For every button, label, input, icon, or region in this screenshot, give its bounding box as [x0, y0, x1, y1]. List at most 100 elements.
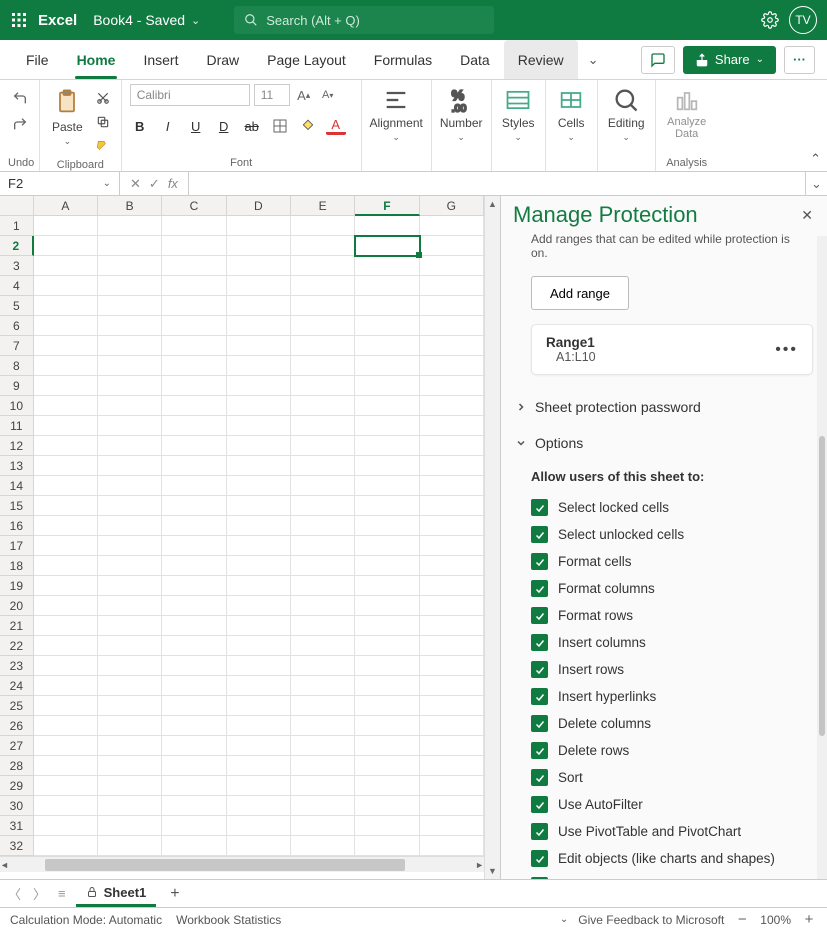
cell-G22[interactable]: [420, 636, 484, 656]
cell-E3[interactable]: [291, 256, 355, 276]
tabs-overflow-icon[interactable]: ⌄: [578, 52, 609, 68]
cell-C21[interactable]: [162, 616, 226, 636]
cell-G2[interactable]: [420, 236, 484, 256]
cell-G19[interactable]: [420, 576, 484, 596]
settings-icon[interactable]: [761, 11, 779, 29]
col-header-D[interactable]: D: [227, 196, 291, 215]
cell-D8[interactable]: [227, 356, 291, 376]
cell-B30[interactable]: [98, 796, 162, 816]
option-check-13[interactable]: Edit objects (like charts and shapes): [531, 845, 813, 872]
cell-E29[interactable]: [291, 776, 355, 796]
option-check-8[interactable]: Delete columns: [531, 710, 813, 737]
cell-C18[interactable]: [162, 556, 226, 576]
cell-B10[interactable]: [98, 396, 162, 416]
cell-B27[interactable]: [98, 736, 162, 756]
cell-D30[interactable]: [227, 796, 291, 816]
row-header-14[interactable]: 14: [0, 476, 34, 496]
cell-F21[interactable]: [355, 616, 419, 636]
cell-G15[interactable]: [420, 496, 484, 516]
status-dropdown-icon[interactable]: ⌄: [560, 914, 568, 925]
cell-E1[interactable]: [291, 216, 355, 236]
cell-G18[interactable]: [420, 556, 484, 576]
row-header-22[interactable]: 22: [0, 636, 34, 656]
cell-D14[interactable]: [227, 476, 291, 496]
cell-E24[interactable]: [291, 676, 355, 696]
pane-scroll-thumb[interactable]: [819, 436, 825, 736]
cell-G25[interactable]: [420, 696, 484, 716]
cell-G6[interactable]: [420, 316, 484, 336]
border-button[interactable]: [270, 116, 290, 136]
doc-chevron-icon[interactable]: ⌄: [191, 14, 200, 27]
cell-C16[interactable]: [162, 516, 226, 536]
cell-A19[interactable]: [34, 576, 98, 596]
option-check-4[interactable]: Format rows: [531, 602, 813, 629]
double-underline-button[interactable]: D: [214, 116, 234, 136]
cell-D19[interactable]: [227, 576, 291, 596]
cell-D6[interactable]: [227, 316, 291, 336]
expand-formula-bar-icon[interactable]: ⌄: [805, 172, 827, 195]
row-header-4[interactable]: 4: [0, 276, 34, 296]
font-color-button[interactable]: A: [326, 117, 346, 135]
cell-G17[interactable]: [420, 536, 484, 556]
tab-file[interactable]: File: [12, 40, 63, 79]
add-sheet-button[interactable]: +: [164, 885, 185, 903]
cell-G21[interactable]: [420, 616, 484, 636]
option-check-9[interactable]: Delete rows: [531, 737, 813, 764]
cell-D24[interactable]: [227, 676, 291, 696]
cell-E25[interactable]: [291, 696, 355, 716]
cell-D13[interactable]: [227, 456, 291, 476]
strike-button[interactable]: ab: [242, 116, 262, 136]
cell-E16[interactable]: [291, 516, 355, 536]
cell-E2[interactable]: [291, 236, 355, 256]
col-header-F[interactable]: F: [355, 196, 419, 216]
cell-B8[interactable]: [98, 356, 162, 376]
cell-E31[interactable]: [291, 816, 355, 836]
cell-D27[interactable]: [227, 736, 291, 756]
scroll-right-icon[interactable]: ►: [475, 857, 484, 873]
accept-formula-icon[interactable]: ✓: [149, 176, 160, 192]
option-check-10[interactable]: Sort: [531, 764, 813, 791]
scroll-down-icon[interactable]: ▼: [485, 863, 500, 879]
cell-B25[interactable]: [98, 696, 162, 716]
cell-G3[interactable]: [420, 256, 484, 276]
cell-F7[interactable]: [355, 336, 419, 356]
cell-B7[interactable]: [98, 336, 162, 356]
cell-C1[interactable]: [162, 216, 226, 236]
cell-G7[interactable]: [420, 336, 484, 356]
tab-formulas[interactable]: Formulas: [360, 40, 446, 79]
row-header-23[interactable]: 23: [0, 656, 34, 676]
cell-F15[interactable]: [355, 496, 419, 516]
cell-F1[interactable]: [355, 216, 419, 236]
cell-C28[interactable]: [162, 756, 226, 776]
styles-button[interactable]: Styles⌄: [498, 84, 539, 145]
cell-D5[interactable]: [227, 296, 291, 316]
cell-F14[interactable]: [355, 476, 419, 496]
cell-D17[interactable]: [227, 536, 291, 556]
scroll-left-icon[interactable]: ◄: [0, 857, 9, 873]
cell-C19[interactable]: [162, 576, 226, 596]
cell-G20[interactable]: [420, 596, 484, 616]
cell-B16[interactable]: [98, 516, 162, 536]
sheet-prev-icon[interactable]: 〈: [6, 884, 23, 903]
editing-button[interactable]: Editing⌄: [604, 84, 649, 145]
cell-E8[interactable]: [291, 356, 355, 376]
row-header-9[interactable]: 9: [0, 376, 34, 396]
option-check-7[interactable]: Insert hyperlinks: [531, 683, 813, 710]
cell-D16[interactable]: [227, 516, 291, 536]
cell-A6[interactable]: [34, 316, 98, 336]
cell-E18[interactable]: [291, 556, 355, 576]
cell-D10[interactable]: [227, 396, 291, 416]
row-header-26[interactable]: 26: [0, 716, 34, 736]
row-header-19[interactable]: 19: [0, 576, 34, 596]
cell-C11[interactable]: [162, 416, 226, 436]
cell-A12[interactable]: [34, 436, 98, 456]
cell-G12[interactable]: [420, 436, 484, 456]
cell-D25[interactable]: [227, 696, 291, 716]
cell-B9[interactable]: [98, 376, 162, 396]
cell-F17[interactable]: [355, 536, 419, 556]
row-header-30[interactable]: 30: [0, 796, 34, 816]
italic-button[interactable]: I: [158, 116, 178, 136]
cell-A30[interactable]: [34, 796, 98, 816]
cell-A29[interactable]: [34, 776, 98, 796]
cell-C24[interactable]: [162, 676, 226, 696]
